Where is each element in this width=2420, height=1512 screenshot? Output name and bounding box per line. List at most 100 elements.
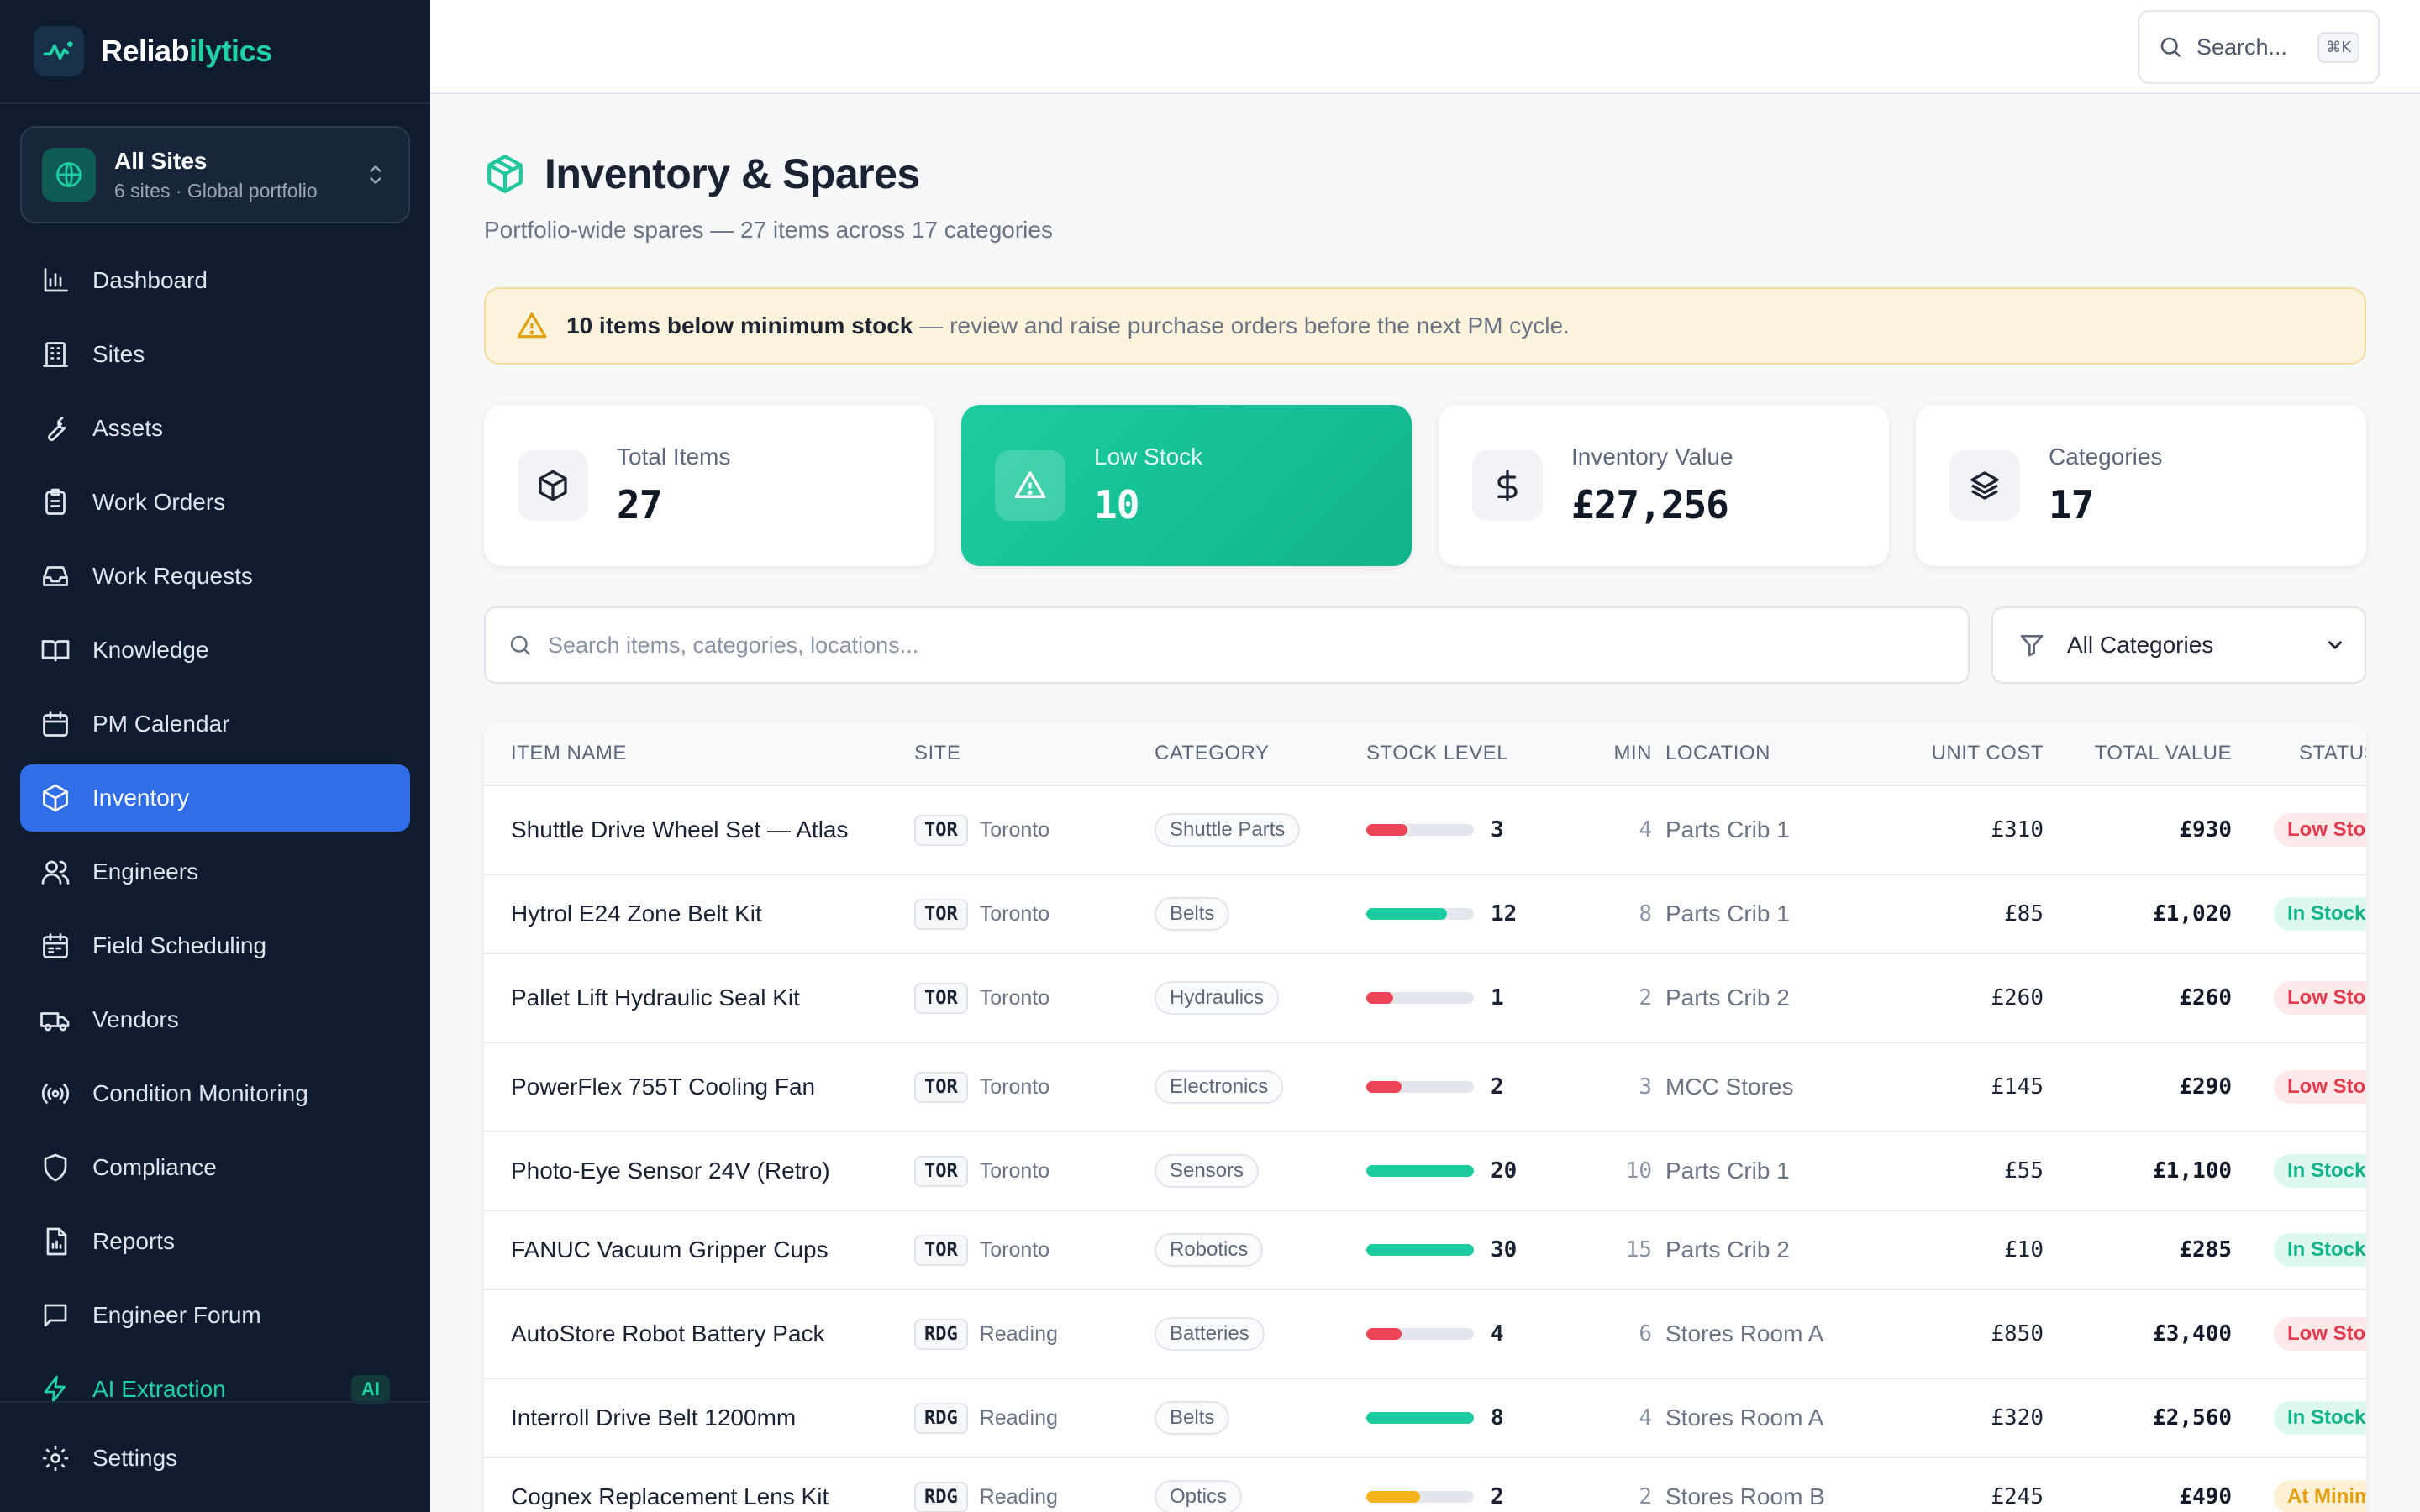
- brand[interactable]: Reliabilytics: [0, 0, 430, 104]
- item-name[interactable]: Pallet Lift Hydraulic Seal Kit: [511, 954, 800, 1042]
- sidebar-item-label: Knowledge: [92, 637, 209, 663]
- global-search-button[interactable]: Search... ⌘K: [2138, 10, 2380, 84]
- stat-card-categories[interactable]: Categories 17: [1916, 405, 2366, 566]
- status-badge: At Minimum: [2274, 1480, 2366, 1512]
- item-total-value: £490: [2179, 1484, 2232, 1509]
- sidebar-item-sites[interactable]: Sites: [20, 321, 410, 388]
- status-badge: Low Stock: [2274, 981, 2366, 1015]
- column-header-site[interactable]: SITE: [914, 721, 960, 786]
- item-category: Electronics: [1155, 1043, 1284, 1131]
- item-site: TOR Toronto: [914, 875, 1050, 953]
- item-category: Shuttle Parts: [1155, 786, 1301, 874]
- item-stock-level: 8: [1366, 1379, 1504, 1457]
- item-site: RDG Reading: [914, 1458, 1058, 1512]
- inventory-search[interactable]: [484, 606, 1970, 684]
- sidebar-item-reports[interactable]: Reports: [20, 1208, 410, 1275]
- table-row[interactable]: AutoStore Robot Battery Pack RDG Reading Ba…: [484, 1290, 2366, 1379]
- item-location: Parts Crib 2: [1665, 984, 1790, 1011]
- item-name[interactable]: Cognex Replacement Lens Kit: [511, 1458, 829, 1512]
- column-header-stock-level[interactable]: STOCK LEVEL: [1366, 721, 1508, 786]
- table-row[interactable]: Shuttle Drive Wheel Set — Atlas TOR Toront…: [484, 786, 2366, 875]
- item-stock-level: 4: [1366, 1290, 1504, 1378]
- table-row[interactable]: Pallet Lift Hydraulic Seal Kit TOR Toronto…: [484, 954, 2366, 1043]
- status-badge: In Stock: [2274, 1401, 2366, 1435]
- stock-quantity: 3: [1491, 817, 1504, 843]
- table-row[interactable]: PowerFlex 755T Cooling Fan TOR Toronto Elec…: [484, 1043, 2366, 1132]
- category-select[interactable]: All Categories: [1991, 606, 2366, 684]
- sidebar-item-field-scheduling[interactable]: Field Scheduling: [20, 912, 410, 979]
- sidebar: Reliabilytics All Sites 6 sites · Global…: [0, 0, 430, 1512]
- item-name[interactable]: PowerFlex 755T Cooling Fan: [511, 1043, 815, 1131]
- item-category: Sensors: [1155, 1132, 1260, 1210]
- stock-quantity: 8: [1491, 1405, 1504, 1431]
- item-name[interactable]: Hytrol E24 Zone Belt Kit: [511, 875, 762, 953]
- main-content: Inventory & Spares Portfolio-wide spares…: [484, 94, 2366, 1512]
- column-header-category[interactable]: CATEGORY: [1155, 721, 1269, 786]
- wrench-icon: [47, 416, 66, 442]
- stat-card-low-stock[interactable]: Low Stock 10: [961, 405, 1412, 566]
- table-row[interactable]: Hytrol E24 Zone Belt Kit TOR Toronto Belts 1…: [484, 875, 2366, 954]
- sidebar-item-engineer-forum[interactable]: Engineer Forum: [20, 1282, 410, 1349]
- site-name: Toronto: [979, 1158, 1050, 1183]
- calendar-icon: [43, 711, 68, 737]
- category-pill: Sensors: [1155, 1154, 1260, 1188]
- sidebar-item-settings[interactable]: Settings: [20, 1425, 410, 1492]
- item-location: Parts Crib 1: [1665, 900, 1790, 927]
- stock-quantity: 20: [1491, 1158, 1518, 1184]
- stock-bar: [1366, 1491, 1474, 1503]
- stat-label: Low Stock: [1094, 444, 1203, 470]
- table-row[interactable]: Photo-Eye Sensor 24V (Retro) TOR Toronto Se…: [484, 1132, 2366, 1211]
- sidebar-item-label: Condition Monitoring: [92, 1080, 308, 1106]
- item-name[interactable]: Photo-Eye Sensor 24V (Retro): [511, 1132, 830, 1210]
- sidebar-item-engineers[interactable]: Engineers: [20, 838, 410, 906]
- column-header-total-value[interactable]: TOTAL VALUE: [2047, 721, 2232, 786]
- item-name[interactable]: AutoStore Robot Battery Pack: [511, 1290, 825, 1378]
- item-site: RDG Reading: [914, 1290, 1058, 1378]
- item-name[interactable]: Shuttle Drive Wheel Set — Atlas: [511, 786, 849, 874]
- global-search-label: Search...: [2196, 34, 2288, 60]
- sidebar-item-work-orders[interactable]: Work Orders: [20, 469, 410, 536]
- stock-quantity: 2: [1491, 1484, 1504, 1509]
- sidebar-item-ai-extraction[interactable]: AI Extraction AI: [20, 1356, 410, 1423]
- column-header-min[interactable]: MIN: [1573, 721, 1652, 786]
- column-header-status[interactable]: STATUS: [2299, 721, 2366, 786]
- sidebar-item-condition-monitoring[interactable]: Condition Monitoring: [20, 1060, 410, 1127]
- site-switcher[interactable]: All Sites 6 sites · Global portfolio: [20, 126, 410, 223]
- alert-title: 10 items below minimum stock: [566, 312, 913, 339]
- item-location: Parts Crib 1: [1665, 1158, 1790, 1184]
- item-name[interactable]: FANUC Vacuum Gripper Cups: [511, 1211, 829, 1289]
- stock-bar: [1366, 1244, 1474, 1256]
- item-total-value: £285: [2179, 1237, 2232, 1263]
- item-category: Belts: [1155, 875, 1230, 953]
- site-code-badge: TOR: [914, 1234, 968, 1266]
- column-header-unit-cost[interactable]: UNIT COST: [1879, 721, 2044, 786]
- sidebar-item-label: Inventory: [92, 785, 190, 811]
- stock-quantity: 30: [1491, 1237, 1518, 1263]
- column-header-item-name[interactable]: ITEM NAME: [511, 721, 627, 786]
- sidebar-item-dashboard[interactable]: Dashboard: [20, 247, 410, 314]
- table-row[interactable]: FANUC Vacuum Gripper Cups TOR Toronto Robot…: [484, 1211, 2366, 1290]
- inventory-search-input[interactable]: [548, 632, 1892, 659]
- site-name: Toronto: [979, 1237, 1050, 1262]
- sidebar-item-label: AI Extraction: [92, 1376, 226, 1402]
- sidebar-item-knowledge[interactable]: Knowledge: [20, 617, 410, 684]
- stock-bar-fill: [1366, 992, 1393, 1004]
- box-icon: [518, 450, 588, 521]
- column-header-location[interactable]: LOCATION: [1665, 721, 1770, 786]
- stat-card-inventory-value[interactable]: Inventory Value £27,256: [1439, 405, 1889, 566]
- sidebar-item-pm-calendar[interactable]: PM Calendar: [20, 690, 410, 758]
- item-status: At Minimum: [2274, 1458, 2366, 1512]
- sidebar-item-assets[interactable]: Assets: [20, 395, 410, 462]
- sidebar-item-work-requests[interactable]: Work Requests: [20, 543, 410, 610]
- package-icon: [487, 155, 523, 193]
- stat-value: 17: [2049, 482, 2094, 528]
- sidebar-item-compliance[interactable]: Compliance: [20, 1134, 410, 1201]
- sidebar-item-vendors[interactable]: Vendors: [20, 986, 410, 1053]
- sidebar-item-inventory[interactable]: Inventory: [20, 764, 410, 832]
- page-subtitle: Portfolio-wide spares — 27 items across …: [484, 217, 1053, 243]
- item-unit-cost: £145: [1991, 1074, 2044, 1100]
- table-row[interactable]: Interroll Drive Belt 1200mm RDG Reading Bel…: [484, 1379, 2366, 1458]
- table-row[interactable]: Cognex Replacement Lens Kit RDG Reading Opt…: [484, 1458, 2366, 1512]
- stat-card-total-items[interactable]: Total Items 27: [484, 405, 934, 566]
- item-name[interactable]: Interroll Drive Belt 1200mm: [511, 1379, 796, 1457]
